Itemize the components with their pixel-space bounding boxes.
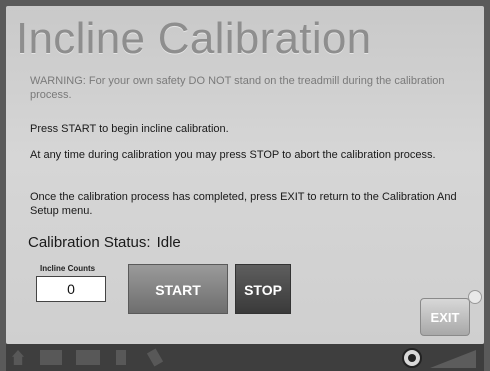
calibration-status: Calibration Status: Idle xyxy=(28,234,187,251)
warning-message: WARNING: For your own safety DO NOT stan… xyxy=(30,75,445,101)
incline-counts-field: 0 xyxy=(36,276,106,302)
status-value: Idle xyxy=(156,234,181,251)
exit-badge-icon xyxy=(468,290,482,304)
stop-instruction: At any time during calibration you may p… xyxy=(30,149,436,161)
keypad-icon[interactable] xyxy=(40,350,62,365)
start-button[interactable]: START xyxy=(128,264,228,314)
status-label: Calibration Status: xyxy=(28,234,151,251)
key-icon[interactable] xyxy=(146,348,164,367)
calibration-screen: Incline Calibration WARNING: For your ow… xyxy=(6,6,484,344)
screen-icon[interactable] xyxy=(76,350,100,365)
incline-counts-label: Incline Counts xyxy=(40,264,96,273)
page-title: Incline Calibration xyxy=(16,14,372,63)
exit-instruction: Once the calibration process has complet… xyxy=(30,191,457,217)
stop-button[interactable]: STOP xyxy=(235,264,291,314)
speaker-icon[interactable] xyxy=(402,348,422,368)
start-instruction: Press START to begin incline calibration… xyxy=(30,123,229,135)
exit-button[interactable]: EXIT xyxy=(420,298,470,336)
volume-ramp-icon[interactable] xyxy=(430,350,476,368)
bottom-nav-bar xyxy=(6,344,484,371)
phone-icon[interactable] xyxy=(116,350,126,365)
home-icon[interactable] xyxy=(12,350,24,365)
